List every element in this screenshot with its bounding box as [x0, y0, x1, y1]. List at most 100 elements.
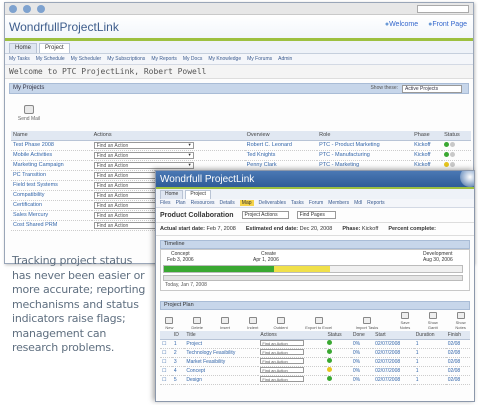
module-item[interactable]: My Scheduler — [71, 56, 102, 62]
table-row[interactable]: ☐ 4 Concept Find an Action 0% 02/07/2008 1 02/0… — [160, 366, 470, 376]
table-row[interactable]: ☐ 2 Technology Feasibility Find an Action 0%… — [160, 348, 470, 358]
project-name-link[interactable]: Field test Systems — [11, 180, 92, 191]
show-filter-select[interactable]: Active Projects — [402, 85, 462, 93]
project-menu-item[interactable]: Members — [328, 200, 349, 206]
outdent-button[interactable]: Outdent — [271, 317, 290, 330]
action-select[interactable]: Find an Action — [260, 349, 305, 355]
column-header[interactable]: ID — [171, 331, 185, 340]
indent-button[interactable]: Indent — [243, 317, 262, 330]
send-mail-button[interactable]: Send Mail — [15, 105, 43, 127]
overview-link[interactable]: Penny Clark — [244, 160, 318, 171]
project-menu-item[interactable]: Forum — [309, 200, 323, 206]
row-checkbox[interactable]: ☐ — [160, 375, 172, 385]
address-bar[interactable] — [417, 4, 469, 13]
column-header[interactable]: Status — [325, 331, 351, 340]
column-header[interactable]: Phase — [412, 131, 443, 141]
new-task-button[interactable]: New — [160, 317, 179, 330]
project-name-link[interactable]: Cost Shared PRM — [11, 220, 92, 231]
module-item[interactable]: Admin — [278, 56, 292, 62]
table-row[interactable]: ☐ 1 Project Find an Action 0% 02/07/2008 1 02/0… — [160, 339, 470, 349]
table-row[interactable]: ☐ 5 Design Find an Action 0% 02/07/2008 1 02/08 — [160, 375, 470, 385]
project-menu-item[interactable]: Plan — [176, 200, 186, 206]
project-actions-dropdown[interactable]: Project Actions — [241, 211, 289, 219]
project-menu-item[interactable]: Map — [239, 200, 254, 206]
save-notes-button[interactable]: Save Notes — [396, 312, 415, 330]
project-menu-item[interactable]: Details — [219, 200, 234, 206]
action-select[interactable]: Find an Action — [93, 141, 194, 149]
module-item[interactable]: My Schedule — [36, 56, 65, 62]
export-excel-button[interactable]: Export to Excel — [299, 317, 338, 330]
task-title-link[interactable]: Concept — [184, 366, 259, 376]
column-header[interactable]: Done — [350, 331, 374, 340]
table-row[interactable]: ☐ 3 Market Feasibility Find an Action 0% 02/0… — [160, 357, 470, 367]
row-checkbox[interactable]: ☐ — [160, 339, 172, 349]
column-header[interactable]: Status — [442, 131, 471, 141]
action-select[interactable]: Find an Action — [260, 376, 305, 382]
column-header[interactable]: Title — [184, 331, 259, 340]
tab-home[interactable]: Home — [9, 43, 38, 53]
timeline-date: Aug 30, 2006 — [423, 257, 453, 263]
tab-home[interactable]: Home — [160, 190, 184, 199]
module-item[interactable]: My Forums — [247, 56, 272, 62]
row-checkbox[interactable]: ☐ — [160, 357, 172, 367]
project-menu-item[interactable]: Tasks — [291, 200, 304, 206]
overview-link[interactable]: Robert C. Leonard — [244, 140, 318, 151]
module-item[interactable]: My Knowledge — [208, 56, 241, 62]
forward-nav-icon[interactable] — [23, 4, 31, 13]
task-title-link[interactable]: Project — [184, 339, 259, 349]
project-name-link[interactable]: Compatibility — [11, 190, 92, 201]
project-menu-item[interactable]: Resources — [191, 200, 215, 206]
task-title-link[interactable]: Technology Feasibility — [184, 348, 259, 358]
project-menu-item[interactable]: Reports — [367, 200, 385, 206]
task-title-link[interactable]: Market Feasibility — [184, 357, 259, 367]
project-name-link[interactable]: Test Phase 2008 — [11, 140, 92, 151]
project-name-link[interactable]: Mobile Activities — [11, 150, 92, 161]
header-glow-decoration — [460, 171, 474, 187]
action-select[interactable]: Find an Action — [260, 367, 305, 373]
action-select[interactable]: Find an Action — [260, 340, 305, 346]
back-nav-icon[interactable] — [9, 4, 17, 13]
status-cell — [442, 160, 471, 171]
project-menu-item[interactable]: Files — [160, 200, 171, 206]
column-header[interactable]: Name — [11, 131, 92, 141]
module-item[interactable]: My Tasks — [9, 56, 30, 62]
action-select[interactable]: Find an Action — [93, 161, 194, 169]
project-menu-item[interactable]: Deliverables — [259, 200, 287, 206]
task-title-link[interactable]: Design — [184, 375, 259, 385]
action-select[interactable]: Find an Action — [260, 358, 305, 364]
insert-task-button[interactable]: Insert — [216, 317, 235, 330]
show-notes-button[interactable]: Show Notes — [451, 312, 470, 330]
import-tasks-button[interactable]: Import Tasks — [347, 317, 386, 330]
table-row[interactable]: Mobile ActivitiesFind an Action Ted Knigh… — [11, 150, 471, 161]
module-item[interactable]: My Subscriptions — [107, 56, 145, 62]
header-link-welcome[interactable]: Welcome — [385, 21, 418, 28]
delete-task-button[interactable]: Delete — [188, 317, 207, 330]
row-checkbox[interactable]: ☐ — [160, 366, 172, 376]
project-name-link[interactable]: PC Transition — [11, 170, 92, 181]
action-select[interactable]: Find an Action — [93, 151, 194, 159]
column-header[interactable]: Start — [373, 331, 414, 340]
find-pages-dropdown[interactable]: Find Pages — [296, 211, 336, 219]
column-header[interactable]: Overview — [244, 131, 318, 141]
tab-project[interactable]: Project — [39, 43, 70, 53]
refresh-icon[interactable] — [37, 4, 45, 13]
project-name-link[interactable]: Certification — [11, 200, 92, 211]
column-header[interactable]: Duration — [413, 331, 446, 340]
table-row[interactable]: Marketing CampaignFind an Action Penny Cl… — [11, 160, 471, 171]
table-row[interactable]: Test Phase 2008Find an Action Robert C. L… — [11, 140, 471, 151]
overview-link[interactable]: Ted Knights — [244, 150, 318, 161]
show-gantt-button[interactable]: Show Gantt — [423, 312, 442, 330]
column-header[interactable]: Actions — [258, 331, 326, 340]
module-item[interactable]: My Reports — [151, 56, 177, 62]
project-menu-item[interactable]: Mdl — [354, 200, 362, 206]
column-header[interactable]: Finish — [445, 331, 470, 340]
column-header[interactable]: Role — [317, 131, 413, 141]
timeline-scrollbar[interactable] — [163, 275, 463, 281]
row-checkbox[interactable]: ☐ — [160, 348, 172, 358]
project-name-link[interactable]: Sales Mercury — [11, 210, 92, 221]
header-link-front-page[interactable]: Front Page — [428, 21, 467, 28]
column-header[interactable]: Actions — [91, 131, 245, 141]
module-item[interactable]: My Docs — [183, 56, 202, 62]
tab-project[interactable]: Project — [185, 190, 211, 199]
project-name-link[interactable]: Marketing Campaign — [11, 160, 92, 171]
